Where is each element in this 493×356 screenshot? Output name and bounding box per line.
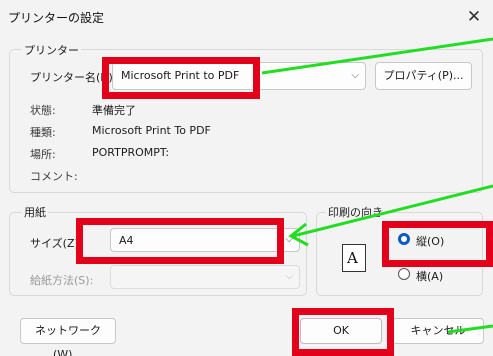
paper-source-label: 給紙方法(S): — [30, 274, 94, 287]
paper-size-label: サイズ(Z): — [30, 237, 83, 250]
orientation-group-label: 印刷の向き — [326, 204, 385, 220]
title-bar: プリンターの設定 ✕ — [0, 0, 493, 34]
network-button[interactable]: ネットワーク(W)... — [20, 318, 116, 356]
properties-button[interactable]: プロパティ(P)... — [375, 62, 472, 90]
where-value: PORTPROMPT: — [92, 146, 170, 159]
landscape-label[interactable]: 横(A) — [416, 268, 443, 284]
dialog-title: プリンターの設定 — [8, 11, 105, 25]
chevron-down-icon: ⌵ — [351, 70, 359, 81]
type-value: Microsoft Print To PDF — [92, 124, 211, 137]
ok-button[interactable]: OK — [300, 318, 382, 344]
status-label: 状態: — [30, 104, 56, 117]
where-label: 場所: — [30, 148, 56, 161]
landscape-radio[interactable] — [398, 268, 410, 280]
close-icon[interactable]: ✕ — [461, 4, 487, 30]
portrait-icon-glyph: A — [347, 249, 358, 267]
portrait-label[interactable]: 縦(O) — [416, 233, 444, 249]
chevron-down-icon: ⌵ — [285, 234, 293, 245]
printer-settings-dialog: プリンターの設定 ✕ プリンター プリンター名(N): Microsoft Pr… — [0, 0, 493, 356]
paper-size-value: A4 — [119, 234, 134, 247]
printer-name-select[interactable]: Microsoft Print to PDF ⌵ — [112, 62, 366, 90]
printer-group-label: プリンター — [22, 42, 81, 58]
paper-group-label: 用紙 — [22, 204, 48, 220]
chevron-down-icon: ⌵ — [285, 271, 293, 282]
printer-name-value: Microsoft Print to PDF — [121, 69, 240, 82]
paper-source-select[interactable]: ⌵ — [110, 265, 300, 289]
comment-label: コメント: — [30, 170, 78, 183]
cancel-button[interactable]: キャンセル — [392, 318, 484, 344]
portrait-radio[interactable] — [398, 233, 410, 245]
printer-name-label: プリンター名(N): — [30, 71, 117, 84]
type-label: 種類: — [30, 126, 56, 139]
paper-size-select[interactable]: A4 ⌵ — [110, 228, 300, 252]
document-orientation-icon: A — [342, 244, 366, 272]
status-value: 準備完了 — [92, 104, 136, 117]
